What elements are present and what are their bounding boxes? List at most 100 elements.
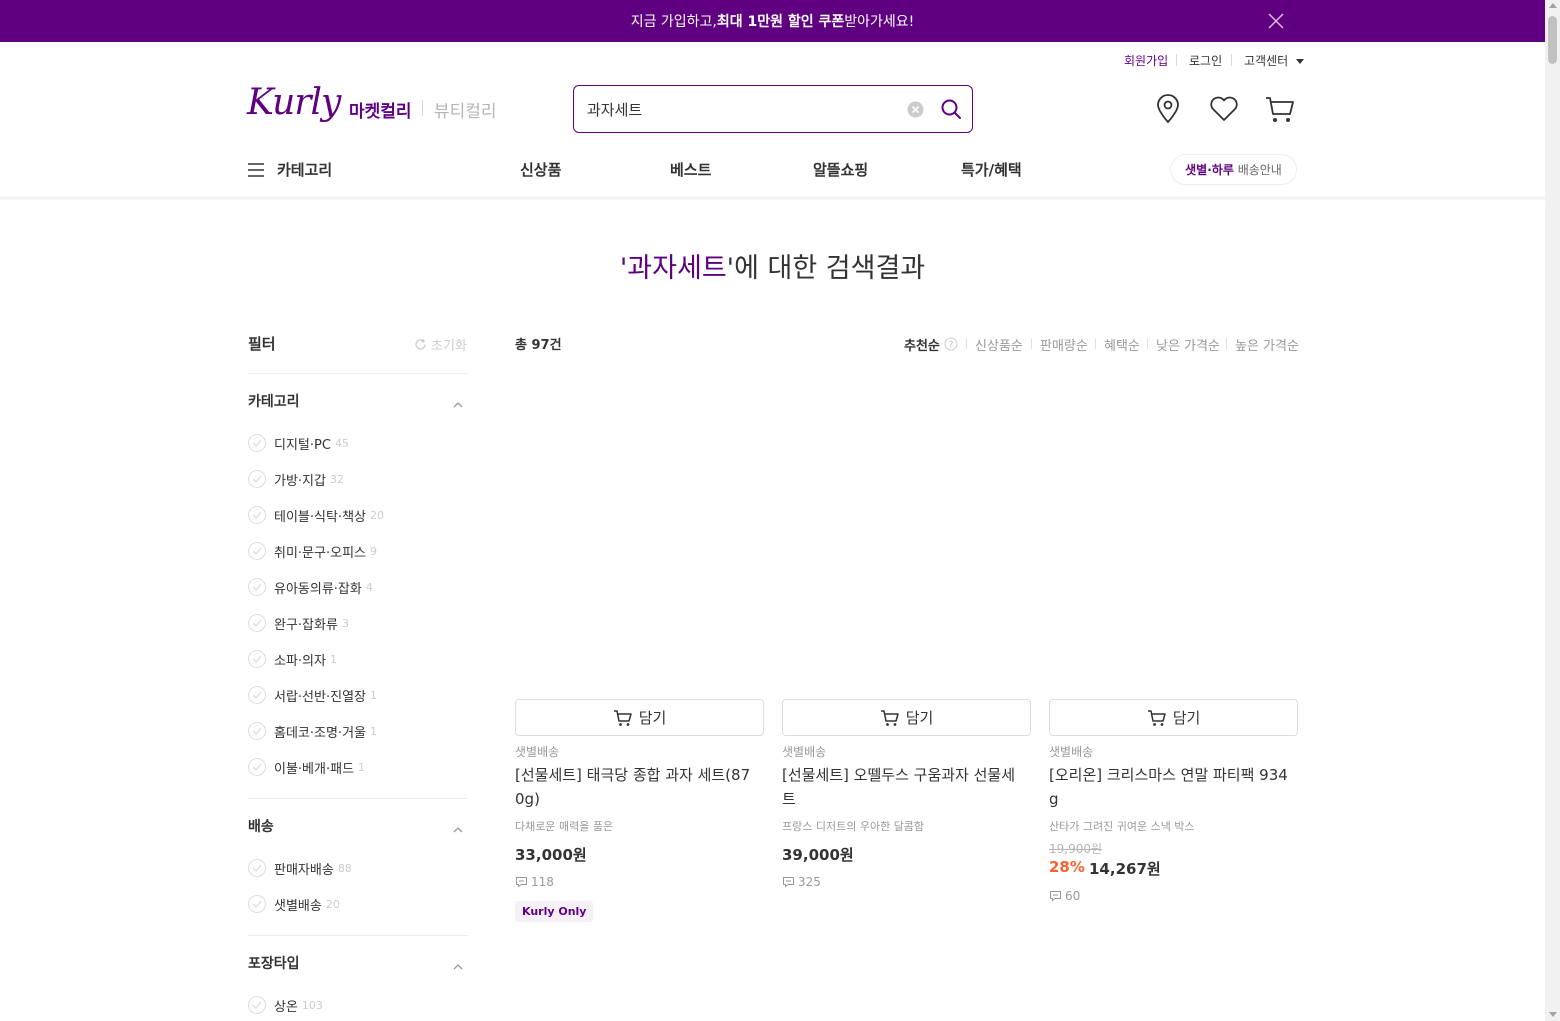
product-name[interactable]: [오리온] 크리스마스 연말 파티팩 934 g <box>1049 763 1289 811</box>
delivery-pill-strong: 샛별·하루 <box>1185 163 1234 177</box>
filter-option-label: 테이블·식탁·책상 <box>274 509 366 525</box>
total-count: 총 97건 <box>515 338 562 353</box>
filter-option-label: 소파·의자 <box>274 653 326 669</box>
filter-option[interactable]: 소파·의자 1 <box>248 649 337 669</box>
product-description: 다채로운 매력을 품은 <box>515 820 614 833</box>
add-to-cart-label: 담기 <box>638 709 667 727</box>
filter-option-label: 홈데코·조명·거울 <box>274 725 366 741</box>
comment-icon <box>783 877 794 888</box>
chevron-up-icon[interactable] <box>453 820 463 833</box>
cart-icon <box>613 709 632 726</box>
filter-option[interactable]: 샛별배송 20 <box>248 894 340 914</box>
sort-sales[interactable]: 판매량순 <box>1040 335 1088 354</box>
check-icon[interactable] <box>248 578 266 596</box>
close-icon[interactable] <box>1266 11 1286 31</box>
filter-option[interactable]: 홈데코·조명·거울 1 <box>248 721 377 741</box>
check-icon[interactable] <box>248 996 266 1014</box>
search-input[interactable] <box>587 98 887 120</box>
filter-option-count: 88 <box>337 861 352 875</box>
product-image[interactable] <box>782 375 1031 690</box>
filter-option[interactable]: 완구·잡화류 3 <box>248 613 349 633</box>
filter-reset-button[interactable]: 초기화 <box>414 335 467 354</box>
search-icon[interactable] <box>939 97 963 121</box>
check-icon[interactable] <box>248 650 266 668</box>
market-kurly-tab[interactable]: 마켓컬리 <box>349 97 412 122</box>
heart-icon[interactable] <box>1208 95 1240 123</box>
filter-option[interactable]: 디지털·PC 45 <box>248 433 349 453</box>
filter-group-title[interactable]: 카테고리 <box>248 391 300 411</box>
product-name-line: 0g) <box>515 790 540 808</box>
add-to-cart-button[interactable]: 담기 <box>1049 699 1298 736</box>
nav-new-products[interactable]: 신상품 <box>520 159 561 180</box>
check-icon[interactable] <box>248 686 266 704</box>
nav-special-deals[interactable]: 특가/혜택 <box>961 159 1022 180</box>
sort-recommended[interactable]: 추천순 <box>904 335 940 354</box>
filter-option[interactable]: 이불·베개·패드 1 <box>248 757 365 777</box>
cart-icon[interactable] <box>1264 94 1296 124</box>
filter-option-label: 디지털·PC <box>274 437 331 453</box>
divider <box>1231 54 1232 66</box>
add-to-cart-button[interactable]: 담기 <box>782 699 1031 736</box>
beauty-kurly-tab[interactable]: 뷰티컬리 <box>434 97 497 122</box>
filter-option[interactable]: 테이블·식탁·책상 20 <box>248 505 384 525</box>
scroll-up-arrow-icon[interactable] <box>1549 3 1557 8</box>
nav-best[interactable]: 베스트 <box>670 159 711 180</box>
check-icon[interactable] <box>248 722 266 740</box>
product-image[interactable] <box>515 375 764 690</box>
product-name[interactable]: [선물세트] 오뗄두스 구움과자 선물세 트 <box>782 763 1022 811</box>
chevron-up-icon[interactable] <box>453 957 463 970</box>
filter-option-label: 유아동의류·잡화 <box>274 581 362 597</box>
sort-benefit[interactable]: 혜택순 <box>1104 335 1140 354</box>
category-menu[interactable]: 카테고리 <box>277 159 332 180</box>
customer-center-link[interactable]: 고객센터 <box>1244 52 1304 69</box>
kurly-logo[interactable]: Kurly <box>247 82 341 123</box>
product-name[interactable]: [선물세트] 태극당 종합 과자 세트(87 0g) <box>515 763 755 811</box>
filter-option[interactable]: 서랍·선반·진열장 1 <box>248 685 377 705</box>
filter-option[interactable]: 상온 103 <box>248 995 323 1015</box>
filter-option[interactable]: 취미·문구·오피스 9 <box>248 541 377 561</box>
sort-low-price[interactable]: 낮은 가격순 <box>1156 335 1220 354</box>
product-review-count: 118 <box>515 875 554 889</box>
check-icon[interactable] <box>248 434 266 452</box>
check-icon[interactable] <box>248 506 266 524</box>
sort-high-price[interactable]: 높은 가격순 <box>1235 335 1299 354</box>
add-to-cart-label: 담기 <box>905 709 934 727</box>
scrollbar[interactable] <box>1545 0 1560 1021</box>
product-original-price: 19,900원 <box>1049 842 1103 856</box>
check-icon[interactable] <box>248 542 266 560</box>
clear-search-icon[interactable] <box>907 101 924 118</box>
scroll-down-arrow-icon[interactable] <box>1549 1012 1557 1017</box>
svg-text:?: ? <box>949 341 954 351</box>
chevron-up-icon[interactable] <box>453 395 463 408</box>
check-icon[interactable] <box>248 895 266 913</box>
divider <box>966 338 967 349</box>
delivery-info-button[interactable]: 샛별·하루 배송안내 <box>1170 154 1297 185</box>
check-icon[interactable] <box>248 614 266 632</box>
filter-group-title[interactable]: 포장타입 <box>248 953 300 973</box>
login-link[interactable]: 로그인 <box>1189 52 1222 69</box>
product-delivery: 샛별배송 <box>1049 745 1094 759</box>
check-icon[interactable] <box>248 859 266 877</box>
filter-title: 필터 <box>248 335 276 353</box>
filter-option[interactable]: 가방·지갑 32 <box>248 469 344 489</box>
filter-group-title[interactable]: 배송 <box>248 816 274 836</box>
hamburger-menu-icon[interactable] <box>248 162 264 177</box>
location-pin-icon[interactable] <box>1155 94 1181 124</box>
signup-link[interactable]: 회원가입 <box>1124 52 1168 69</box>
scrollbar-thumb[interactable] <box>1548 16 1557 64</box>
banner-text-post: 받아가세요! <box>844 14 915 30</box>
filter-option[interactable]: 유아동의류·잡화 4 <box>248 577 373 597</box>
delivery-pill-rest: 배송안내 <box>1233 163 1282 177</box>
sort-newest[interactable]: 신상품순 <box>975 335 1023 354</box>
nav-thrifty-shopping[interactable]: 알뜰쇼핑 <box>813 159 868 180</box>
filter-option-count: 4 <box>365 580 373 594</box>
add-to-cart-button[interactable]: 담기 <box>515 699 764 736</box>
filter-option[interactable]: 판매자배송 88 <box>248 858 352 878</box>
search-keyword: 과자세트 <box>627 253 727 284</box>
help-icon[interactable]: ? <box>944 336 958 351</box>
product-image[interactable] <box>1049 375 1298 690</box>
check-icon[interactable] <box>248 758 266 776</box>
banner-text-pre: 지금 가입하고, <box>630 14 717 30</box>
divider <box>1031 338 1032 349</box>
check-icon[interactable] <box>248 470 266 488</box>
